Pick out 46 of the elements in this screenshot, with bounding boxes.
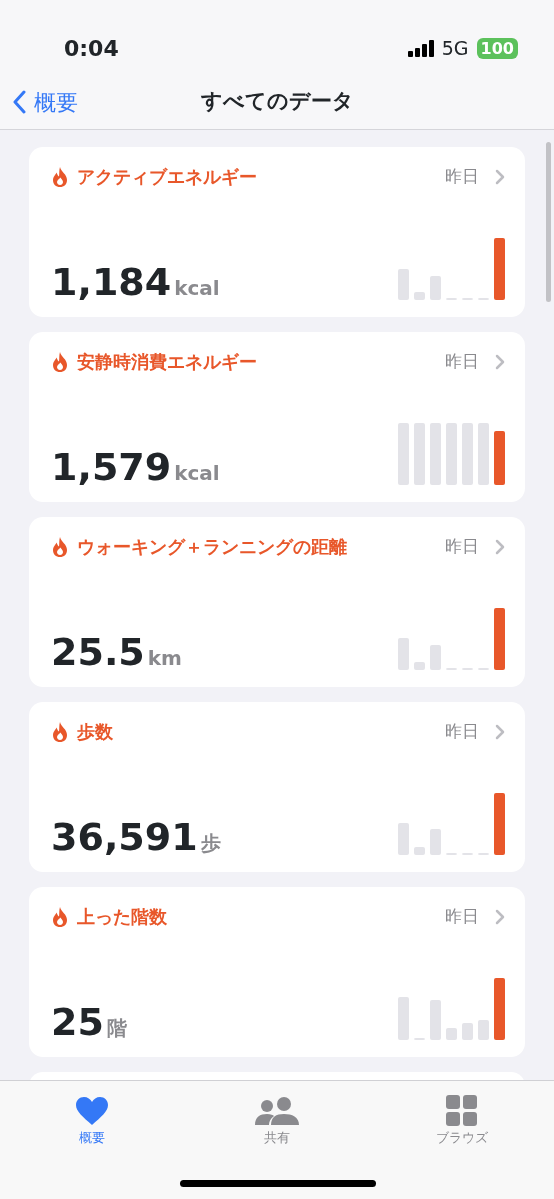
time-text: 0:04 — [64, 35, 119, 63]
flame-icon — [51, 720, 69, 743]
metric-value: 25 — [51, 1003, 104, 1041]
flame-icon — [51, 350, 69, 373]
grid-icon — [446, 1095, 478, 1126]
page-title: すべてのデータ — [200, 88, 354, 116]
metric-value: 1,579 — [51, 448, 172, 486]
chevron-icon — [495, 538, 505, 555]
health-card[interactable]: ウォーキング＋ランニングの距離 昨日 25.5 km — [29, 517, 525, 687]
health-card[interactable]: 上った階数 昨日 25 階 — [29, 887, 525, 1057]
flame-icon — [51, 535, 69, 558]
chevron-left-icon — [12, 90, 26, 114]
date-label: 昨日 — [445, 719, 479, 743]
card-title: 上った階数 — [77, 905, 167, 929]
unit-label: 歩 — [200, 830, 221, 857]
chevron-icon — [495, 353, 505, 370]
chevron-icon — [495, 908, 505, 925]
chevron-icon — [495, 168, 505, 185]
date-label: 昨日 — [445, 349, 479, 373]
date-label: 昨日 — [445, 904, 479, 928]
chevron-icon — [495, 723, 505, 740]
metric-value: 25.5 — [51, 633, 145, 671]
card-title: 安静時消費エネルギー — [77, 350, 257, 374]
people-icon — [254, 1096, 300, 1126]
unit-label: kcal — [174, 275, 220, 302]
health-card[interactable]: 安静時消費エネルギー 昨日 1,579 kcal — [29, 332, 525, 502]
card-title: 歩数 — [77, 720, 113, 744]
card-title: ウォーキング＋ランニングの距離 — [77, 535, 347, 559]
heart-icon — [75, 1096, 110, 1126]
flame-icon — [51, 165, 69, 188]
signal-icon — [407, 40, 434, 57]
metric-value: 36,591 — [51, 818, 198, 856]
card-title: アクティブエネルギー — [77, 165, 257, 189]
battery-icon: 100 — [476, 38, 518, 59]
date-label: 昨日 — [445, 164, 479, 188]
back-button[interactable]: 概要 — [0, 85, 78, 119]
date-label: 昨日 — [445, 534, 479, 558]
unit-label: 階 — [106, 1015, 127, 1042]
health-card[interactable]: アクティブエネルギー 昨日 1,184 kcal — [29, 147, 525, 317]
flame-icon — [51, 905, 69, 928]
network-text: 5G — [441, 36, 469, 62]
unit-label: kcal — [174, 460, 220, 487]
unit-label: km — [147, 645, 182, 672]
metric-value: 1,184 — [51, 263, 172, 301]
tab-button[interactable]: 概要 — [42, 1091, 143, 1155]
health-card[interactable]: 歩数 昨日 36,591 歩 — [29, 702, 525, 872]
